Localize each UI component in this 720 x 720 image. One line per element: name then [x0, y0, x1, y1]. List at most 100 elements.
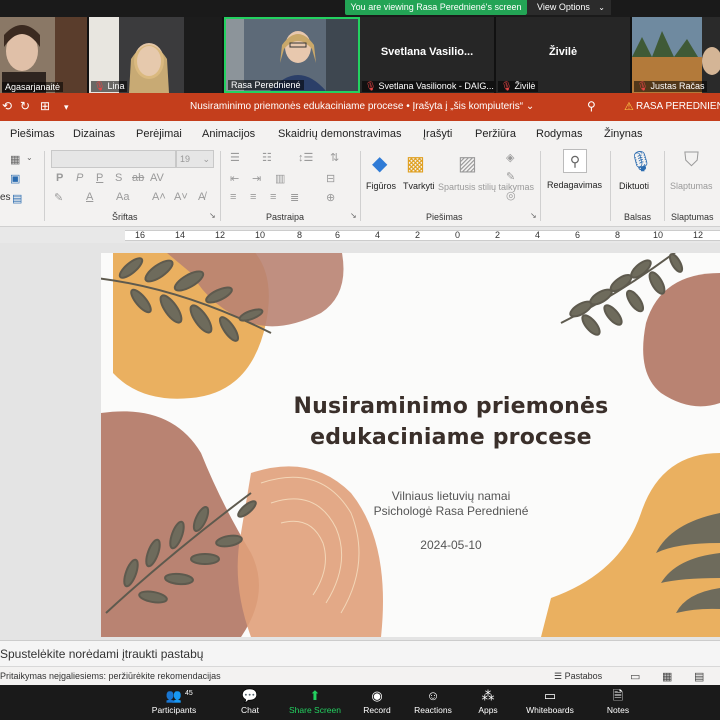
normal-view-icon[interactable]: ▭	[630, 670, 640, 683]
slide-sorter-icon[interactable]: ▦	[662, 670, 672, 683]
notes-toggle-button[interactable]: ☰ Pastabos	[554, 671, 602, 682]
section-icon[interactable]: ▤	[12, 192, 22, 205]
char-spacing-icon[interactable]: AV	[150, 172, 164, 184]
redo-icon[interactable]: ↻	[20, 99, 30, 113]
font-color-icon[interactable]: A	[86, 191, 93, 203]
screen: You are viewing Rasa Peredniené's screen…	[0, 0, 720, 720]
align-left-icon[interactable]: ≡	[230, 191, 236, 203]
chat-icon: 💬	[241, 688, 259, 703]
participants-count: 45	[185, 690, 193, 697]
decrease-indent-icon[interactable]: ⇤	[230, 172, 239, 185]
sensitivity-button-label[interactable]: Slaptumas	[670, 181, 713, 191]
tab-help[interactable]: Žinynas	[604, 128, 643, 140]
notes-toggle-label: Pastabos	[564, 671, 603, 681]
reset-icon[interactable]: ▣	[10, 172, 20, 185]
editing-search-icon[interactable]: ⚲	[563, 149, 587, 173]
underline-icon[interactable]: P	[96, 172, 103, 184]
participant-tile[interactable]: 🎙 Lina	[89, 17, 224, 93]
group-label-voice: Balsas	[624, 212, 652, 222]
whiteboards-icon: ▭	[543, 688, 557, 703]
notes-pane[interactable]: Spustelėkite norėdami įtraukti pastabų	[0, 640, 720, 666]
editing-button-label[interactable]: Redagavimas	[547, 180, 602, 190]
tab-slide-show[interactable]: Skaidrių demonstravimas	[278, 128, 402, 140]
slide-title[interactable]: Nusiraminimo priemonės edukaciniame proc…	[261, 391, 641, 453]
notes-button[interactable]: 🗎 Notes	[583, 687, 653, 715]
chat-button[interactable]: 💬 Chat	[215, 687, 285, 715]
mic-muted-icon: 🎙	[637, 81, 649, 91]
tab-transitions[interactable]: Perėjimai	[136, 128, 182, 140]
participant-tile[interactable]: Agasarjanaitė	[0, 17, 89, 93]
participant-tile[interactable]: 🎙 Justas Račas	[632, 17, 720, 93]
accessibility-status[interactable]: Pritaikymas neįgaliesiems: peržiūrėkite …	[0, 671, 221, 681]
view-options-button[interactable]: View Options ⌄	[527, 0, 611, 15]
strikethrough-icon[interactable]: ab	[132, 172, 144, 184]
arrange-icon[interactable]: ▩	[406, 151, 425, 176]
shape-fill-icon[interactable]: ◈	[506, 151, 514, 164]
sensitivity-icon[interactable]: ⛉	[684, 149, 699, 172]
participants-button[interactable]: 👥 45 Participants	[139, 687, 209, 715]
numbering-icon[interactable]: ☷	[262, 151, 272, 164]
align-center-icon[interactable]: ≡	[250, 191, 256, 203]
slide[interactable]: Nusiraminimo priemonės edukaciniame proc…	[101, 253, 720, 637]
shapes-icon[interactable]: ◆	[372, 151, 387, 176]
tab-animations[interactable]: Animacijos	[202, 128, 255, 140]
quick-styles-button-label[interactable]: Spartusis stilių taikymas	[438, 181, 534, 193]
participant-tile-active-speaker[interactable]: Rasa Peredniené	[224, 17, 360, 93]
dialog-launcher-icon[interactable]: ↘	[350, 211, 357, 220]
reading-view-icon[interactable]: ▤	[694, 670, 704, 683]
shape-outline-icon[interactable]: ✎	[506, 170, 515, 183]
quick-styles-icon[interactable]: ▨	[458, 151, 477, 176]
justify-icon[interactable]: ≣	[290, 191, 299, 204]
clear-format-icon[interactable]: A̸	[198, 191, 205, 203]
whiteboards-button[interactable]: ▭ Whiteboards	[515, 687, 585, 715]
user-name[interactable]: RASA PEREDNIENĖ	[636, 101, 720, 112]
notes-placeholder[interactable]: Spustelėkite norėdami įtraukti pastabų	[0, 647, 203, 661]
undo-icon[interactable]: ⟲	[2, 99, 12, 113]
smartart-icon[interactable]: ⊕	[326, 191, 335, 204]
dialog-launcher-icon[interactable]: ↘	[209, 211, 216, 220]
grow-font-icon[interactable]: A˄	[152, 191, 166, 203]
tab-record[interactable]: Įrašyti	[423, 128, 452, 140]
shrink-font-icon[interactable]: A˅	[174, 191, 188, 203]
tab-design[interactable]: Dizainas	[73, 128, 115, 140]
line-spacing-icon[interactable]: ↕☰	[298, 151, 313, 164]
participant-name: 🎙 Živilė	[498, 81, 539, 92]
layout-icon[interactable]: ▦	[10, 153, 20, 166]
apps-button[interactable]: ⁂ Apps	[453, 687, 523, 715]
text-direction-icon[interactable]: ⇅	[330, 151, 339, 164]
document-title[interactable]: Nusiraminimo priemonės edukaciniame proc…	[190, 101, 534, 112]
columns-icon[interactable]: ▥	[275, 172, 285, 185]
tab-drawing[interactable]: Piešimas	[10, 128, 55, 140]
participant-tile[interactable]: Živilė 🎙 Živilė	[496, 17, 632, 93]
slide-subtitle[interactable]: Vilniaus lietuvių namai Psichologė Rasa …	[301, 489, 601, 519]
slide-date[interactable]: 2024-05-10	[301, 538, 601, 552]
customize-qat-icon[interactable]: ▾	[64, 102, 69, 113]
microphone-icon[interactable]: 🎙	[628, 149, 653, 174]
view-options-label: View Options	[537, 2, 590, 12]
italic-icon[interactable]: P	[76, 172, 83, 184]
increase-indent-icon[interactable]: ⇥	[252, 172, 261, 185]
bold-icon[interactable]: P	[56, 172, 63, 184]
search-icon[interactable]: ⚲	[587, 99, 596, 113]
ruler-number: 2	[495, 230, 501, 240]
arrange-button-label[interactable]: Tvarkyti	[403, 181, 435, 191]
bullets-icon[interactable]: ☰	[230, 151, 240, 164]
share-screen-button[interactable]: ⬆ Share Screen	[280, 687, 350, 715]
font-size-combo[interactable]: 19 ⌄	[176, 150, 214, 168]
shadow-icon[interactable]: S	[115, 172, 122, 184]
font-name-combo[interactable]	[51, 150, 176, 168]
participant-tile[interactable]: Svetlana Vasilio... 🎙 Svetlana Vasilionok…	[360, 17, 496, 93]
sections-label[interactable]: es	[0, 192, 11, 203]
tab-review[interactable]: Peržiūra	[475, 128, 516, 140]
tab-view[interactable]: Rodymas	[536, 128, 582, 140]
shapes-button-label[interactable]: Figūros	[366, 181, 396, 191]
dictate-button-label[interactable]: Diktuoti	[619, 181, 649, 191]
shape-effects-icon[interactable]: ◎	[506, 189, 516, 202]
change-case-icon[interactable]: Aa	[116, 191, 129, 203]
dialog-launcher-icon[interactable]: ↘	[530, 211, 537, 220]
align-text-icon[interactable]: ⊟	[326, 172, 335, 185]
align-right-icon[interactable]: ≡	[270, 191, 276, 203]
present-icon[interactable]: ⊞	[40, 99, 50, 113]
highlight-icon[interactable]: ✎	[54, 191, 63, 204]
participant-display-name: Živilė	[548, 46, 578, 58]
